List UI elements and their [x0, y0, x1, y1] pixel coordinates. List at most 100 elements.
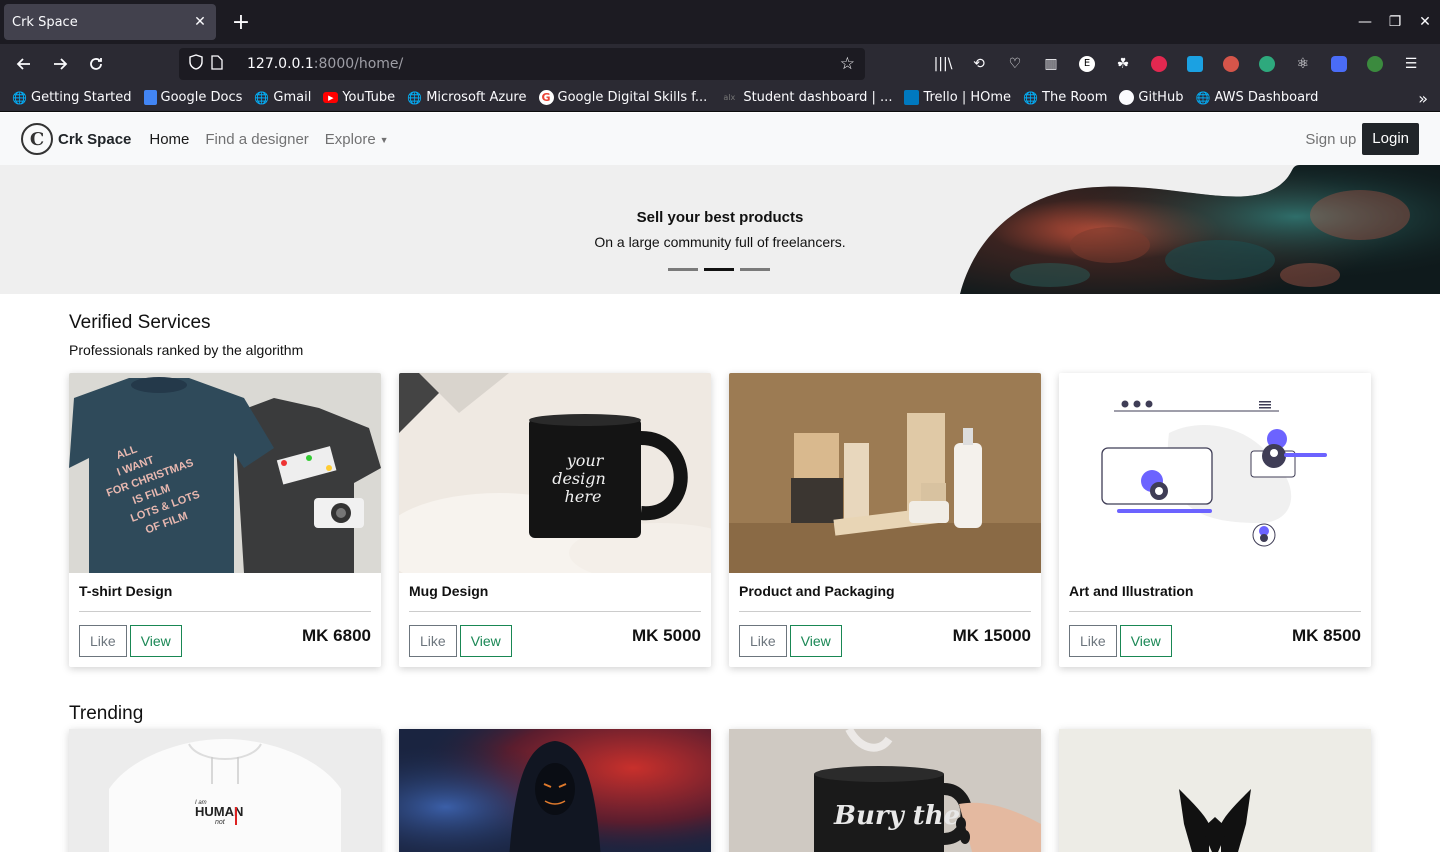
card-body: Art and Illustration Like View MK 8500	[1059, 573, 1371, 667]
hero-subtitle: On a large community full of freelancers…	[594, 234, 846, 250]
history-icon[interactable]: ⟲	[966, 48, 992, 80]
bookmarks-bar: 🌐 Getting Started Google Docs 🌐 Gmail ▶ You…	[0, 84, 1440, 112]
like-button[interactable]: Like	[739, 625, 787, 657]
bookmark-student-dashboard[interactable]: alx Student dashboard | ...	[719, 90, 892, 105]
verified-services-title: Verified Services	[69, 312, 211, 333]
card-title: Art and Illustration	[1069, 583, 1194, 599]
price: MK 8500	[1292, 626, 1361, 645]
reload-icon[interactable]	[78, 48, 114, 80]
service-card: Art and Illustration Like View MK 8500	[1059, 373, 1371, 667]
nav-explore-dropdown[interactable]: Explore ▼	[325, 131, 389, 148]
card-title: Product and Packaging	[739, 583, 895, 599]
verified-services-subtitle: Professionals ranked by the algorithm	[69, 342, 304, 358]
brand-name: Crk Space	[58, 130, 132, 148]
card-body: Product and Packaging Like View MK 15000	[729, 573, 1041, 667]
nav-links: Home Find a designer Explore ▼	[149, 131, 404, 148]
like-button[interactable]: Like	[79, 625, 127, 657]
extension-blue-icon[interactable]	[1182, 48, 1208, 80]
minimize-icon[interactable]: —	[1350, 14, 1380, 30]
close-window-icon[interactable]: ✕	[1410, 14, 1440, 30]
like-button[interactable]: Like	[409, 625, 457, 657]
pocket-icon[interactable]: ♡	[1002, 48, 1028, 80]
youtube-icon: ▶	[323, 92, 339, 103]
card-body: Mug Design Like View MK 5000	[399, 573, 711, 667]
sidebar-icon[interactable]: ▥	[1038, 48, 1064, 80]
hacker-image	[399, 729, 711, 852]
tab-title: Crk Space	[12, 14, 78, 30]
auth-links: Sign up Login	[1305, 123, 1419, 155]
carousel-indicators	[668, 268, 776, 271]
divider	[79, 611, 371, 612]
nav-home[interactable]: Home	[149, 131, 189, 148]
card-title: Mug Design	[409, 583, 489, 599]
bookmark-star-icon[interactable]: ☆	[840, 54, 855, 74]
page-icon[interactable]	[211, 54, 233, 74]
like-button[interactable]: Like	[1069, 625, 1117, 657]
browser-tab-bar: Crk Space ✕ + — ❐ ✕	[0, 0, 1440, 44]
bookmarks-overflow-icon[interactable]: »	[1418, 89, 1428, 108]
address-bar[interactable]: 127.0.0.1:8000/home/ ☆	[179, 48, 865, 80]
gnome-icon[interactable]: ☘	[1110, 48, 1136, 80]
new-tab-button[interactable]: +	[226, 7, 256, 37]
marble-art-image	[960, 165, 1440, 294]
bookmark-getting-started[interactable]: 🌐 Getting Started	[12, 90, 132, 105]
globe-icon: 🌐	[407, 90, 423, 105]
bookmark-github[interactable]: GitHub	[1119, 90, 1183, 105]
bookmark-google-digital-skills[interactable]: G Google Digital Skills f...	[538, 90, 707, 105]
view-button[interactable]: View	[129, 625, 182, 657]
hoodie-print-not: not	[215, 819, 226, 826]
zoom-icon[interactable]	[1326, 48, 1352, 80]
bookmark-youtube[interactable]: ▶ YouTube	[323, 90, 395, 105]
trending-card-hacker[interactable]	[399, 729, 711, 852]
login-button[interactable]: Login	[1362, 123, 1419, 155]
globe-icon: 🌐	[254, 90, 270, 105]
bookmark-aws-dashboard[interactable]: 🌐 AWS Dashboard	[1195, 90, 1318, 105]
bookmark-the-room[interactable]: 🌐 The Room	[1023, 90, 1107, 105]
divider	[1069, 611, 1361, 612]
bookmark-microsoft-azure[interactable]: 🌐 Microsoft Azure	[407, 90, 526, 105]
signup-link[interactable]: Sign up	[1305, 131, 1356, 148]
extension-multi-icon[interactable]	[1218, 48, 1244, 80]
extension-leaf-icon[interactable]	[1362, 48, 1388, 80]
brand-logo-icon: C	[21, 123, 53, 155]
trending-card-logo[interactable]	[1059, 729, 1371, 852]
card-title: T-shirt Design	[79, 583, 173, 599]
trending-card-hoodie[interactable]: I am HUMAN not	[69, 729, 381, 852]
price: MK 6800	[302, 626, 371, 645]
close-tab-icon[interactable]: ✕	[192, 14, 208, 30]
bookmark-trello[interactable]: Trello | HOme	[904, 90, 1011, 105]
google-icon: G	[538, 90, 554, 105]
menu-icon[interactable]: ☰	[1398, 48, 1424, 80]
coffee-mug-image: Bury the	[729, 729, 1041, 852]
library-icon[interactable]: |||\	[930, 48, 956, 80]
carousel-indicator[interactable]	[668, 268, 698, 271]
bookmark-google-docs[interactable]: Google Docs	[143, 90, 242, 105]
react-icon[interactable]: ⚛	[1290, 48, 1316, 80]
carousel-indicator[interactable]	[740, 268, 770, 271]
url-path: :8000/home/	[313, 56, 404, 72]
back-icon[interactable]	[6, 48, 42, 80]
lock-extension-icon[interactable]	[1146, 48, 1172, 80]
mug-image: your design here	[399, 373, 711, 573]
trending-card-mug[interactable]: Bury the	[729, 729, 1041, 852]
nav-find-designer[interactable]: Find a designer	[205, 131, 308, 148]
wing-logo-image	[1179, 789, 1251, 852]
shield-icon[interactable]	[189, 54, 211, 74]
restore-icon[interactable]: ❐	[1380, 14, 1410, 30]
price: MK 5000	[632, 626, 701, 645]
view-button[interactable]: View	[1119, 625, 1172, 657]
brand[interactable]: C Crk Space	[21, 123, 131, 155]
carousel-indicator-active[interactable]	[704, 268, 734, 271]
globe-icon: 🌐	[1023, 90, 1039, 105]
forward-icon[interactable]	[42, 48, 78, 80]
view-button[interactable]: View	[459, 625, 512, 657]
hero-carousel: Sell your best products On a large commu…	[0, 165, 1440, 294]
mug-print-text: Bury the	[833, 801, 960, 831]
card-body: T-shirt Design Like View MK 6800	[69, 573, 381, 667]
extension-e-icon[interactable]: E	[1074, 48, 1100, 80]
extension-green-icon[interactable]	[1254, 48, 1280, 80]
view-button[interactable]: View	[789, 625, 842, 657]
price: MK 15000	[952, 626, 1031, 645]
bookmark-gmail[interactable]: 🌐 Gmail	[254, 90, 311, 105]
browser-tab[interactable]: Crk Space ✕	[4, 4, 216, 40]
